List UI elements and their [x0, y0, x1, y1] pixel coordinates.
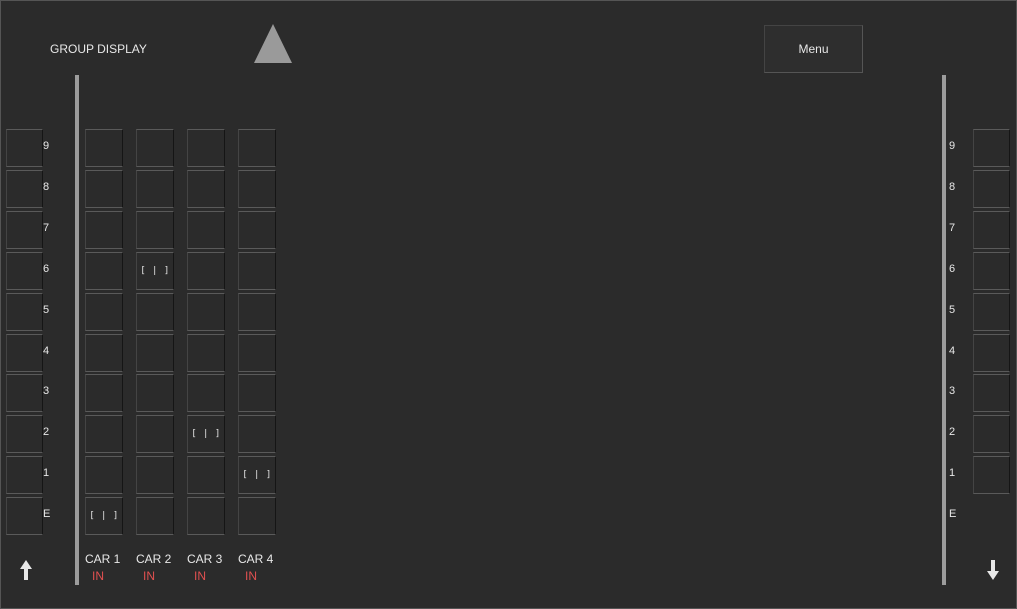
car-2-floor-cell	[136, 170, 174, 208]
floor-label-left: 9	[43, 140, 50, 152]
car-status-label: IN	[143, 569, 155, 583]
floor-label-left: 2	[43, 426, 50, 438]
down-arrow-icon[interactable]	[986, 559, 1000, 586]
floor-label-left: 6	[43, 263, 50, 275]
car-3-floor-cell	[187, 374, 225, 412]
floor-label-right: 5	[949, 304, 956, 316]
car-position-indicator: [ | ]	[140, 266, 170, 276]
car-4-floor-cell	[238, 293, 276, 331]
floor-label-left: 3	[43, 385, 50, 397]
car-3-floor-cell	[187, 211, 225, 249]
car-name-label: CAR 2	[136, 552, 172, 566]
car-3-floor-cell	[187, 252, 225, 290]
car-2-floor-cell	[136, 415, 174, 453]
floor-label-right: 6	[949, 263, 956, 275]
car-3-floor-cell	[187, 334, 225, 372]
floor-label-right: E	[949, 508, 957, 520]
floor-label-left: 5	[43, 304, 50, 316]
car-2-floor-cell	[136, 129, 174, 167]
hall-call-button-left-8[interactable]	[6, 170, 43, 208]
car-1-floor-cell	[85, 415, 123, 453]
up-arrow-icon[interactable]	[19, 559, 33, 586]
hall-call-button-left-1[interactable]	[6, 456, 43, 494]
car-name-label: CAR 1	[85, 552, 121, 566]
car-1-floor-cell	[85, 252, 123, 290]
car-3-floor-cell	[187, 170, 225, 208]
floor-label-left: 7	[43, 222, 50, 234]
car-2-floor-cell	[136, 334, 174, 372]
hall-call-button-left-E[interactable]	[6, 497, 43, 535]
floor-label-left: 8	[43, 181, 50, 193]
car-1-floor-cell	[85, 129, 123, 167]
car-1-floor-cell	[85, 293, 123, 331]
left-rail	[75, 75, 79, 585]
hall-call-button-left-4[interactable]	[6, 334, 43, 372]
hall-call-button-right-3[interactable]	[973, 374, 1010, 412]
car-3-floor-cell	[187, 456, 225, 494]
car-1-floor-cell	[85, 456, 123, 494]
car-status-label: IN	[245, 569, 257, 583]
floor-label-left: 4	[43, 345, 50, 357]
hall-call-button-right-6[interactable]	[973, 252, 1010, 290]
car-4-floor-cell	[238, 211, 276, 249]
menu-button[interactable]: Menu	[764, 25, 863, 73]
hall-call-button-left-3[interactable]	[6, 374, 43, 412]
car-4-floor-cell	[238, 497, 276, 535]
car-name-label: CAR 3	[187, 552, 223, 566]
hall-call-button-left-7[interactable]	[6, 211, 43, 249]
hall-call-button-right-2[interactable]	[973, 415, 1010, 453]
car-status-label: IN	[92, 569, 104, 583]
floor-label-right: 7	[949, 222, 956, 234]
hall-call-button-right-4[interactable]	[973, 334, 1010, 372]
hall-call-button-right-5[interactable]	[973, 293, 1010, 331]
car-2-floor-cell	[136, 374, 174, 412]
floor-label-right: 8	[949, 181, 956, 193]
car-4-floor-cell	[238, 334, 276, 372]
floor-label-left: E	[43, 508, 51, 520]
floor-label-right: 9	[949, 140, 956, 152]
hall-call-button-right-9[interactable]	[973, 129, 1010, 167]
floor-label-right: 2	[949, 426, 956, 438]
car-2-floor-cell	[136, 456, 174, 494]
car-3-floor-cell	[187, 497, 225, 535]
group-display-screen: GROUP DISPLAY Menu 9 9 8 8 7 7 6 6 5 5 4 4 3 3 2 2 1 1 E E […	[0, 0, 1017, 609]
car-1-floor-cell	[85, 170, 123, 208]
car-position-indicator: [ | ]	[89, 511, 119, 521]
car-1-floor-cell	[85, 374, 123, 412]
hall-call-button-right-1[interactable]	[973, 456, 1010, 494]
hall-call-button-left-5[interactable]	[6, 293, 43, 331]
hall-call-button-left-2[interactable]	[6, 415, 43, 453]
right-rail	[942, 75, 946, 585]
car-4-floor-cell	[238, 252, 276, 290]
car-position-indicator: [ | ]	[191, 429, 221, 439]
car-4-floor-cell	[238, 374, 276, 412]
car-name-label: CAR 4	[238, 552, 274, 566]
car-4-floor-cell	[238, 170, 276, 208]
page-title: GROUP DISPLAY	[50, 42, 147, 56]
car-3-floor-cell	[187, 129, 225, 167]
car-2-floor-cell	[136, 293, 174, 331]
hall-call-button-left-9[interactable]	[6, 129, 43, 167]
car-status-label: IN	[194, 569, 206, 583]
triangle-up-icon[interactable]	[254, 24, 292, 63]
car-1-floor-cell	[85, 211, 123, 249]
car-4-floor-cell	[238, 129, 276, 167]
hall-call-button-right-7[interactable]	[973, 211, 1010, 249]
floor-label-right: 3	[949, 385, 956, 397]
floor-label-left: 1	[43, 467, 50, 479]
car-2-floor-cell	[136, 211, 174, 249]
hall-call-button-left-6[interactable]	[6, 252, 43, 290]
floor-label-right: 1	[949, 467, 956, 479]
car-2-floor-cell	[136, 497, 174, 535]
car-3-floor-cell	[187, 293, 225, 331]
floor-label-right: 4	[949, 345, 956, 357]
car-position-indicator: [ | ]	[242, 470, 272, 480]
car-1-floor-cell	[85, 334, 123, 372]
hall-call-button-right-8[interactable]	[973, 170, 1010, 208]
car-4-floor-cell	[238, 415, 276, 453]
